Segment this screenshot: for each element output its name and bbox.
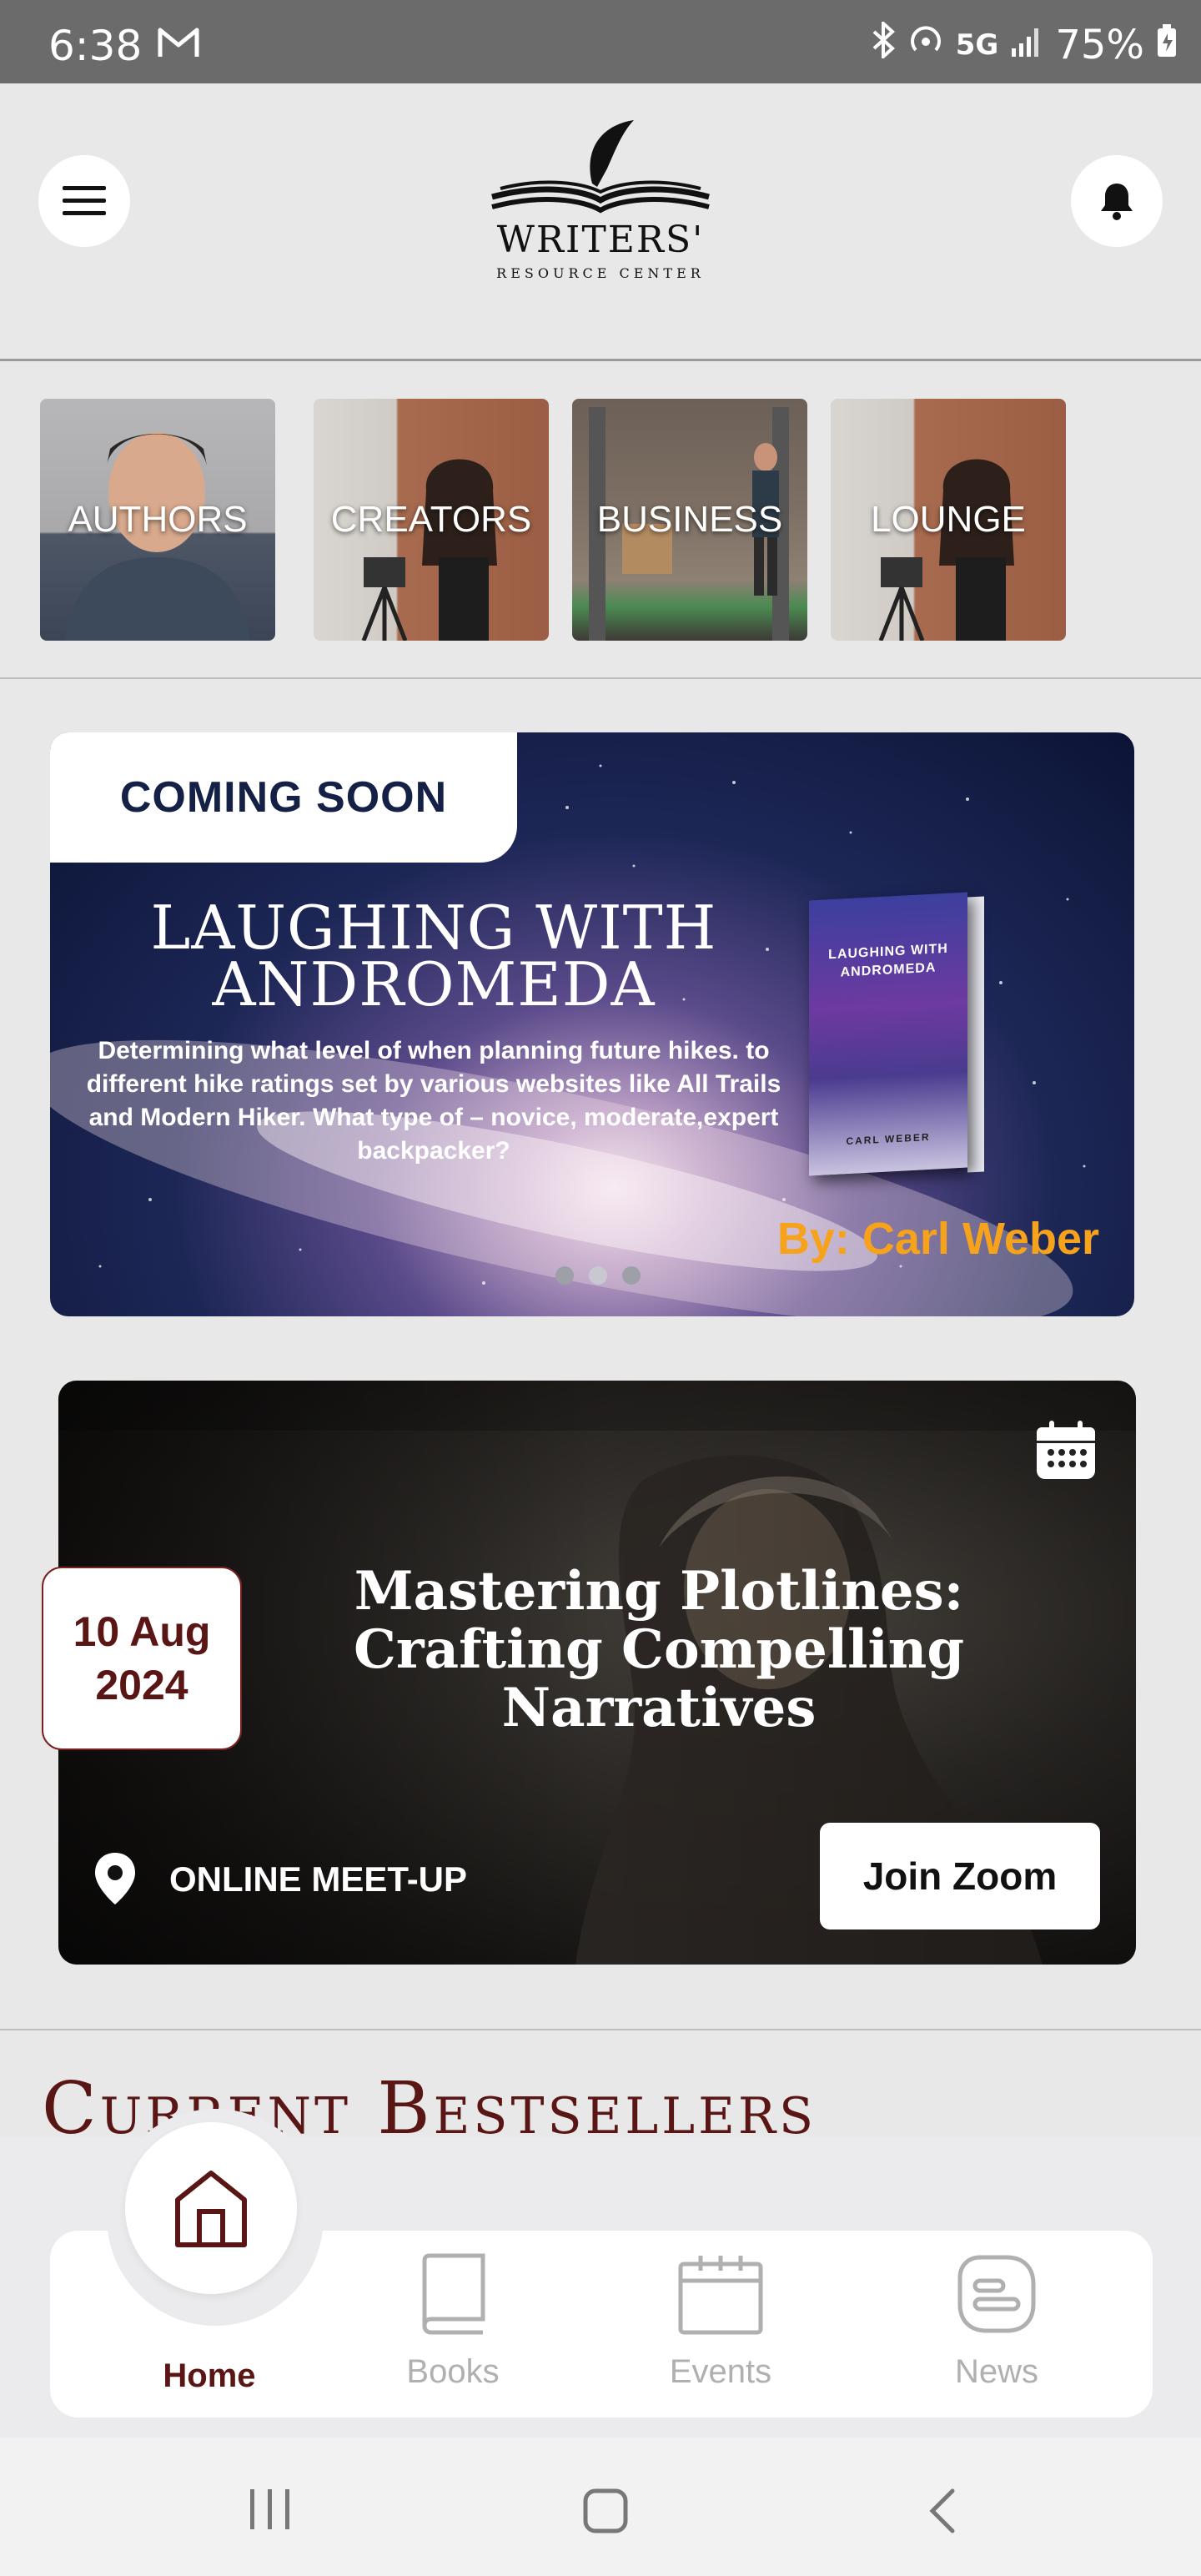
category-lounge[interactable]: LOUNGE <box>831 399 1066 641</box>
home-icon <box>175 2171 247 2247</box>
hero-book-title: LAUGHING WITH ANDROMEDA <box>67 893 801 1019</box>
category-authors[interactable]: AUTHORS <box>40 399 275 641</box>
battery-icon <box>1156 22 1178 68</box>
status-indicators: 5G 75% <box>871 19 1178 68</box>
category-strip: AUTHORS CREATORS BUSINESS LOUNGE <box>0 359 1201 679</box>
category-label: BUSINESS <box>596 499 783 540</box>
hamburger-menu-icon <box>63 186 106 215</box>
logo-subtitle: RESOURCE CENTER <box>496 265 705 281</box>
bell-icon <box>1101 184 1133 220</box>
category-creators[interactable]: CREATORS <box>314 399 549 641</box>
carousel-dot[interactable] <box>622 1266 641 1285</box>
home-system-icon[interactable] <box>582 2488 629 2538</box>
calendar-icon <box>678 2256 763 2335</box>
battery-percent: 75% <box>1055 22 1144 68</box>
system-navigation-bar <box>0 2438 1201 2576</box>
writers-logo: WRITERS' RESOURCE CENTER <box>467 117 734 292</box>
coming-soon-label: COMING SOON <box>119 773 448 822</box>
book-front-cover: LAUGHING WITH ANDROMEDA CARL WEBER <box>809 892 967 1176</box>
featured-book-carousel[interactable]: COMING SOON LAUGHING WITH ANDROMEDA Dete… <box>50 732 1134 1316</box>
coming-soon-tag: COMING SOON <box>50 732 517 863</box>
event-title: Mastering Plotlines: Crafting Compelling… <box>353 1560 965 1739</box>
category-label: LOUNGE <box>871 499 1026 540</box>
event-location: ONLINE MEET-UP <box>169 1859 468 1899</box>
carousel-dot[interactable] <box>555 1266 574 1285</box>
recent-apps-icon[interactable] <box>247 2488 294 2535</box>
menu-button[interactable] <box>38 155 130 247</box>
category-label: CREATORS <box>330 499 532 540</box>
news-icon <box>957 2255 1036 2333</box>
join-zoom-button[interactable]: Join Zoom <box>820 1823 1100 1929</box>
nav-books[interactable]: Books <box>353 2252 553 2391</box>
hero-description: Determining what level of when planning … <box>86 1037 781 1165</box>
signal-icon <box>1010 22 1043 68</box>
hero-title-line: LAUGHING WITH <box>150 893 717 963</box>
carousel-indicators <box>555 1266 641 1285</box>
status-time: 6:38 <box>48 22 143 70</box>
book-icon <box>422 2253 485 2335</box>
mail-icon <box>157 25 200 64</box>
quill-book-icon <box>491 120 710 214</box>
book-cover-title: LAUGHING WITH ANDROMEDA <box>828 941 948 980</box>
event-date-badge: 10 Aug 2024 <box>42 1567 242 1750</box>
hero-author: By: Carl Weber <box>776 1214 1099 1264</box>
section-divider <box>0 2029 1201 2030</box>
network-type: 5G <box>955 28 999 62</box>
nav-home[interactable]: Home <box>109 2357 309 2395</box>
bluetooth-icon <box>871 19 896 68</box>
event-date-year: 2024 <box>95 1662 188 1708</box>
nav-news-label: News <box>954 2353 1039 2390</box>
logo-title: WRITERS' <box>496 219 705 261</box>
notifications-button[interactable] <box>1071 155 1163 247</box>
nav-home-label: Home <box>163 2357 256 2394</box>
calendar-icon[interactable] <box>1034 1419 1098 1487</box>
book-pages <box>967 896 984 1173</box>
status-bar: 6:38 5G 75% <box>0 0 1201 83</box>
book-cover-author: CARL WEBER <box>846 1130 931 1148</box>
hotspot-icon <box>907 22 944 68</box>
home-tab-button[interactable] <box>125 2122 297 2294</box>
hero-title-line: ANDROMEDA <box>212 949 656 1019</box>
back-icon[interactable] <box>926 2488 959 2538</box>
carousel-dot[interactable] <box>589 1266 607 1285</box>
book-cover: LAUGHING WITH ANDROMEDA CARL WEBER <box>809 891 984 1176</box>
nav-news[interactable]: News <box>897 2252 1097 2391</box>
location-pin-icon <box>92 1851 138 1910</box>
nav-books-label: Books <box>406 2353 500 2390</box>
event-date-day: 10 Aug <box>73 1608 211 1655</box>
category-label: AUTHORS <box>68 499 248 540</box>
category-business[interactable]: BUSINESS <box>572 399 807 641</box>
nav-events-label: Events <box>669 2353 772 2390</box>
nav-events[interactable]: Events <box>621 2252 821 2391</box>
